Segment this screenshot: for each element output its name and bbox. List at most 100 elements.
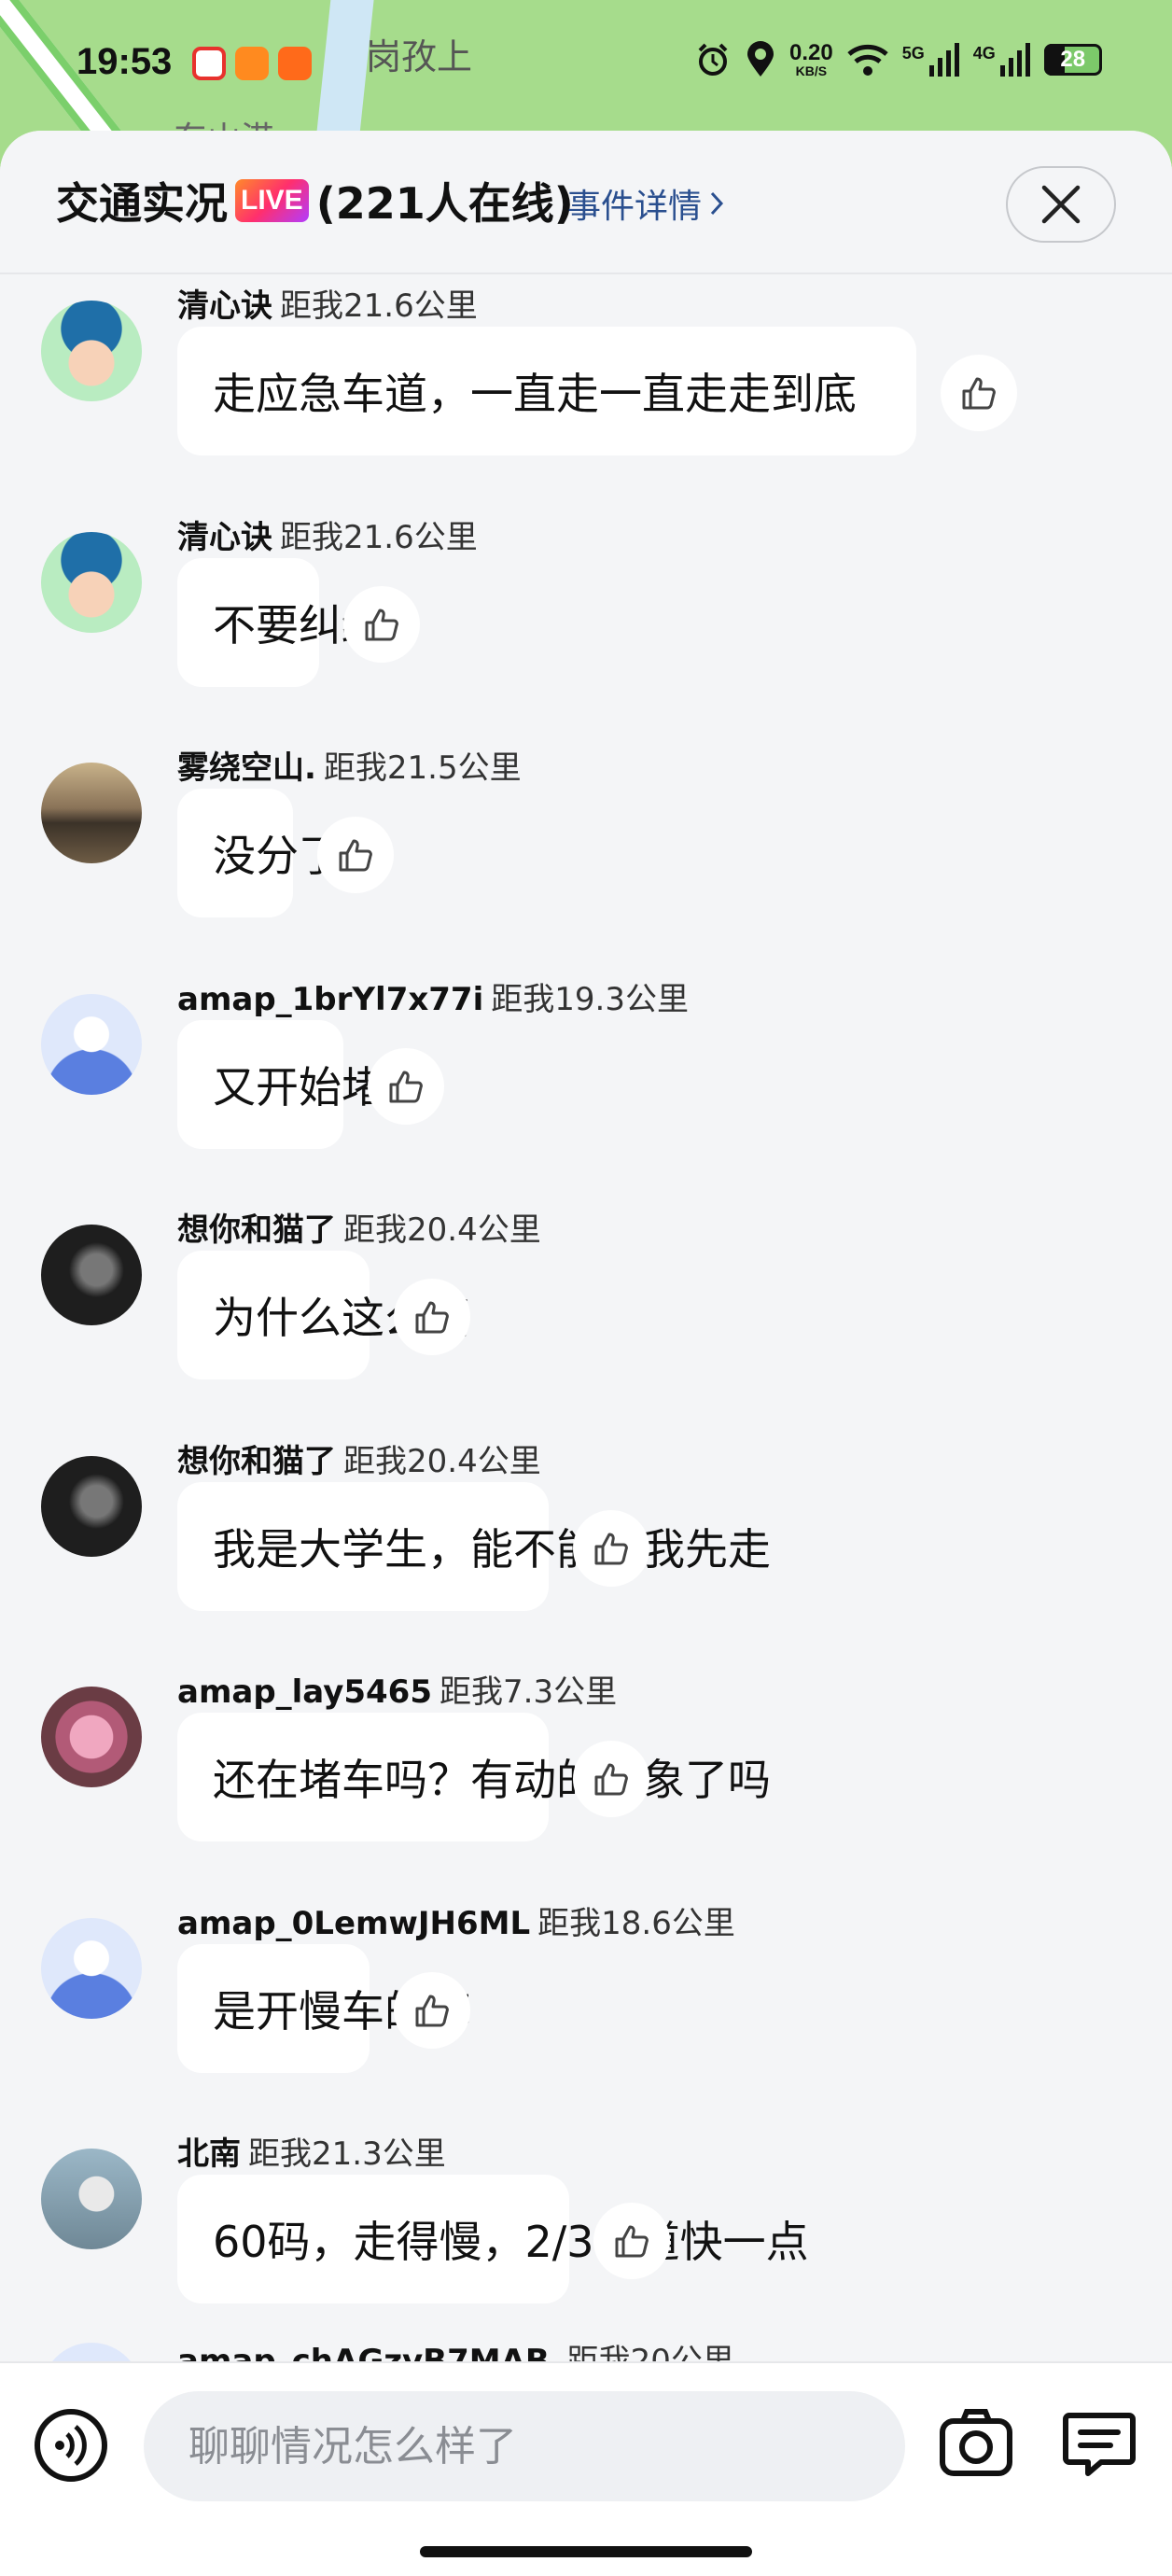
signal-4g-label: 4G (972, 43, 996, 63)
voice-button[interactable] (32, 2406, 110, 2485)
comment-meta: 想你和猫了 距我20.4公里 (177, 1204, 541, 1250)
comment-author: 想你和猫了 (177, 1211, 336, 1249)
comment-list-button[interactable] (1060, 2404, 1138, 2483)
comment-author: 清心诀 (177, 518, 272, 556)
comment-meta: 想你和猫了 距我20.4公里 (177, 1435, 541, 1481)
status-indicators: 0.20 KB/S 5G 4G 28 (694, 41, 1102, 78)
comment-author: 清心诀 (177, 287, 272, 325)
bottom-input-bar (0, 2361, 1172, 2576)
comment-item: 雾绕空山. 距我21.5公里 没分了 (0, 749, 1172, 990)
thumbs-up-icon (339, 839, 372, 872)
comment-message-bubble: 是开慢车的嘛 (177, 1943, 470, 2073)
comment-message-bubble: 我是大学生，能不能让我先走 (177, 1481, 771, 1611)
comment-message-bubble: 不要纠结 (177, 557, 384, 687)
weibo-icon (192, 47, 226, 80)
chat-input[interactable] (144, 2391, 905, 2501)
like-button[interactable] (573, 1509, 649, 1587)
like-button[interactable] (394, 1971, 470, 2049)
comment-item: 想你和猫了 距我20.4公里 为什么这么堵 (0, 1211, 1172, 1452)
comment-message-bubble: 走应急车道，一直走一直走走到底 (177, 327, 916, 455)
chat-bubble-icon (1063, 2413, 1136, 2476)
comment-meta: 雾绕空山. 距我21.5公里 (177, 742, 522, 788)
voice-icon (35, 2409, 107, 2482)
comment-distance: 距我21.5公里 (323, 749, 522, 787)
thumbs-up-icon (389, 1071, 423, 1102)
comment-message-bubble: 又开始堵了 (177, 1019, 427, 1149)
comment-distance: 距我21.3公里 (248, 2135, 446, 2173)
comment-distance: 距我20.4公里 (343, 1211, 541, 1249)
comment-meta: amap_0LemwJH6ML 距我18.6公里 (177, 1897, 735, 1943)
comment-distance: 距我21.6公里 (280, 518, 478, 556)
comment-distance: 距我18.6公里 (537, 1904, 735, 1942)
camera-button[interactable] (937, 2404, 1015, 2483)
comment-meta: amap_lay5465 距我7.3公里 (177, 1666, 617, 1712)
like-button[interactable] (317, 817, 394, 893)
live-badge: LIVE (235, 179, 309, 222)
online-count: (221人在线) (315, 178, 574, 229)
like-button[interactable] (941, 355, 1017, 431)
alarm-icon (698, 43, 728, 76)
event-detail-link[interactable]: 事件详情 (567, 179, 724, 228)
cartoon-avatar[interactable] (41, 531, 142, 633)
comment-message-bubble: 没分了 (177, 789, 342, 917)
like-button[interactable] (394, 1279, 470, 1355)
comment-message-bubble: 60码，走得慢，2/3车道快一点 (177, 2175, 809, 2303)
cartoon-avatar[interactable] (41, 301, 142, 401)
comment-meta: 北南 距我21.3公里 (177, 2128, 446, 2174)
close-button[interactable] (1006, 166, 1116, 243)
comment-meta: amap_1brYl7x77i 距我19.3公里 (177, 973, 689, 1019)
comment-item: amap_1brYl7x77i 距我19.3公里 又开始堵了 (0, 981, 1172, 1222)
like-button[interactable] (343, 585, 420, 663)
cat-photo-avatar[interactable] (41, 1455, 142, 1557)
thumbs-up-icon (365, 609, 398, 640)
app-icon-orange (235, 47, 269, 80)
default-avatar[interactable] (41, 993, 142, 1095)
comment-item: amap_lay5465 距我7.3公里 还在堵车吗？有动的迹象了吗 (0, 1673, 1172, 1914)
thumbs-up-icon (594, 1763, 628, 1796)
comment-author: amap_0LemwJH6ML (177, 1904, 531, 1942)
map-place-label: 岗孜上 (366, 36, 473, 77)
wallet-icon (278, 47, 312, 80)
cat-photo-avatar[interactable] (41, 1225, 142, 1325)
thumbs-up-icon (415, 1301, 449, 1334)
comment-author: 雾绕空山. (177, 749, 316, 787)
sheet-header: 交通实况 LIVE (221人在线) 事件详情 (0, 131, 1172, 274)
comment-author: 想你和猫了 (177, 1442, 336, 1480)
comment-distance: 距我21.6公里 (280, 287, 478, 325)
camera-icon (940, 2409, 1012, 2476)
comment-message-bubble: 为什么这么堵 (177, 1251, 470, 1379)
comment-item: 清心诀 距我21.6公里 不要纠结 (0, 519, 1172, 760)
default-avatar[interactable] (41, 1917, 142, 2019)
signal-5g-icon (928, 43, 959, 77)
thumbs-up-icon (415, 1995, 449, 2026)
comment-author: amap_lay5465 (177, 1673, 432, 1711)
status-app-icons (192, 47, 312, 80)
wifi-icon (847, 44, 888, 76)
comment-item: 想你和猫了 距我20.4公里 我是大学生，能不能让我先走 (0, 1443, 1172, 1684)
comment-item: 清心诀 距我21.6公里 走应急车道，一直走一直走走到底 (0, 287, 1172, 528)
comment-distance: 距我7.3公里 (440, 1673, 618, 1711)
flower-avatar[interactable] (41, 1687, 142, 1787)
signal-4g-icon (999, 43, 1030, 77)
thumbs-up-icon (594, 1533, 628, 1564)
home-indicator (420, 2546, 752, 2557)
like-button[interactable] (573, 1741, 649, 1817)
landscape-avatar[interactable] (41, 763, 142, 863)
comment-item: amap_0LemwJH6ML 距我18.6公里是开慢车的嘛 (0, 1905, 1172, 2146)
comment-author: 北南 (177, 2135, 241, 2173)
live-traffic-sheet: 交通实况 LIVE (221人在线) 事件详情 清心诀 距我21.6公里 走应急车道… (0, 131, 1172, 2576)
chevron-right-icon (710, 191, 724, 216)
location-icon (747, 41, 774, 77)
comment-distance: 距我19.3公里 (491, 980, 689, 1018)
comment-message-bubble: 还在堵车吗？有动的迹象了吗 (177, 1713, 771, 1841)
close-icon (1041, 185, 1081, 224)
comment-meta: 清心诀 距我21.6公里 (177, 280, 478, 326)
battery-icon: 28 (1043, 44, 1102, 76)
thumbs-up-icon (962, 377, 996, 410)
like-button[interactable] (593, 2203, 670, 2279)
pet-photo-avatar[interactable] (41, 2149, 142, 2249)
page-title: 交通实况 LIVE (221人在线) (56, 170, 574, 231)
like-button[interactable] (368, 1047, 444, 1125)
signal-5g-label: 5G (901, 43, 925, 63)
comment-meta: 清心诀 距我21.6公里 (177, 511, 478, 557)
